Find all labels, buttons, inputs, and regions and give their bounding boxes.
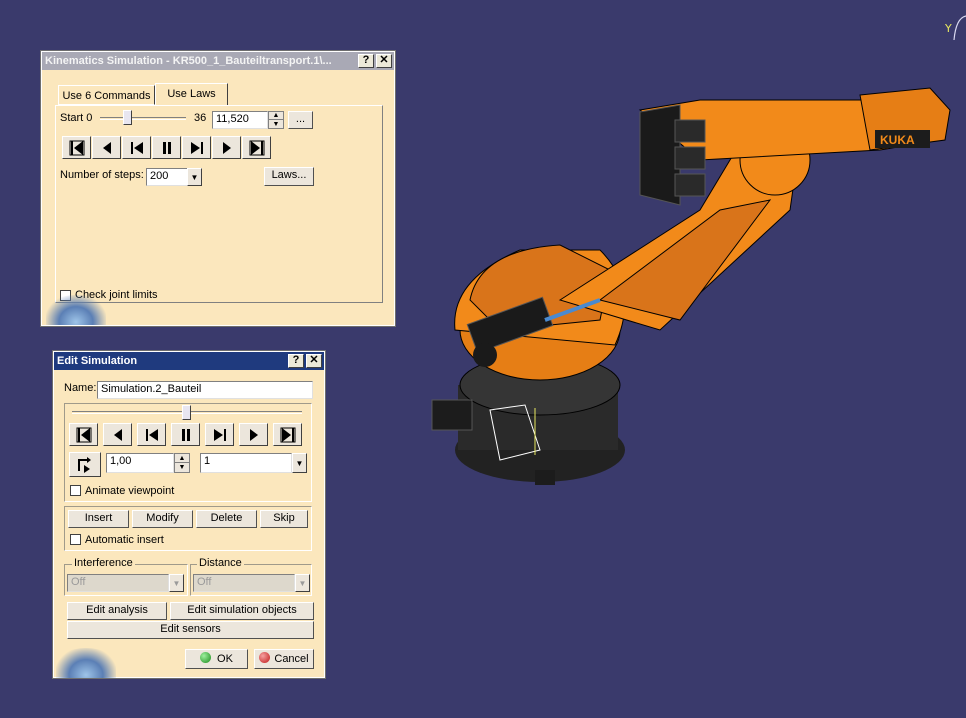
tab-use-6-commands[interactable]: Use 6 Commands: [58, 85, 155, 105]
cancel-button[interactable]: Cancel: [254, 649, 314, 669]
cancel-red-icon: [259, 652, 271, 663]
jump-end-icon: [280, 427, 295, 442]
step-backward-icon: [130, 141, 143, 154]
distance-select[interactable]: Off: [193, 574, 295, 592]
time-slider-thumb[interactable]: [123, 110, 132, 125]
spin-up-icon[interactable]: ▲: [175, 454, 189, 463]
edit-simulation-dialog: Edit Simulation ? ✕ Name: Simulation.2_B…: [52, 350, 326, 679]
chevron-down-icon[interactable]: ▼: [292, 453, 307, 473]
jump-to-end-button[interactable]: [273, 423, 302, 446]
distance-label: Distance: [197, 557, 244, 569]
end-label: 36: [194, 112, 207, 124]
ok-button[interactable]: OK: [185, 649, 248, 669]
ok-label: OK: [217, 653, 233, 665]
edit-sensors-button[interactable]: Edit sensors: [67, 621, 314, 639]
play-backward-icon: [113, 428, 122, 441]
close-button[interactable]: ✕: [376, 54, 392, 68]
step-value-input[interactable]: 1,00: [106, 453, 174, 473]
play-backward-icon: [102, 141, 111, 154]
loop-icon: [78, 456, 91, 473]
skip-button[interactable]: Skip: [260, 510, 308, 528]
tab-use-laws[interactable]: Use Laws: [155, 83, 228, 106]
time-value-input[interactable]: 11,520: [212, 111, 268, 129]
edit-analysis-button[interactable]: Edit analysis: [67, 602, 167, 620]
step-forward-button[interactable]: [182, 136, 211, 159]
help-button[interactable]: ?: [358, 54, 374, 68]
jump-end-icon: [249, 140, 264, 155]
play-forward-button[interactable]: [212, 136, 241, 159]
automatic-insert-label: Automatic insert: [85, 534, 164, 546]
steps-label: Number of steps:: [60, 169, 144, 181]
robot-brand-text: KUKA: [880, 133, 915, 147]
close-button[interactable]: ✕: [306, 354, 322, 368]
step-forward-button[interactable]: [205, 423, 234, 446]
chevron-down-icon[interactable]: ▼: [187, 168, 202, 186]
automatic-insert-checkbox[interactable]: [70, 534, 81, 545]
help-button[interactable]: ?: [288, 354, 304, 368]
simulation-slider-thumb[interactable]: [182, 405, 191, 420]
play-backward-button[interactable]: [92, 136, 121, 159]
insert-button[interactable]: Insert: [68, 510, 129, 528]
kinematics-title: Kinematics Simulation - KR500_1_Bauteilt…: [45, 55, 332, 67]
pause-button[interactable]: [152, 136, 181, 159]
ok-green-icon: [200, 652, 212, 663]
interpolation-select[interactable]: 1: [200, 453, 292, 473]
steps-select[interactable]: 200: [146, 168, 188, 186]
edit-simulation-objects-button[interactable]: Edit simulation objects: [170, 602, 314, 620]
jump-to-start-button[interactable]: [62, 136, 91, 159]
name-input[interactable]: Simulation.2_Bauteil: [97, 381, 313, 399]
tab-panel: [55, 105, 383, 303]
play-forward-button[interactable]: [239, 423, 268, 446]
chevron-down-icon[interactable]: ▼: [295, 574, 310, 592]
spin-down-icon[interactable]: ▼: [175, 463, 189, 472]
step-forward-icon: [190, 141, 203, 154]
catia-logo-icon: [56, 648, 116, 678]
animate-viewpoint-label: Animate viewpoint: [85, 485, 175, 497]
play-forward-icon: [249, 428, 258, 441]
name-label: Name:: [64, 382, 97, 394]
chevron-down-icon[interactable]: ▼: [169, 574, 184, 592]
edit-simulation-title-bar[interactable]: Edit Simulation ? ✕: [54, 352, 324, 370]
kinematics-simulation-dialog: Kinematics Simulation - KR500_1_Bauteilt…: [40, 50, 396, 327]
more-button[interactable]: ...: [288, 111, 313, 129]
cancel-label: Cancel: [274, 653, 309, 665]
step-backward-button[interactable]: [122, 136, 151, 159]
kinematics-title-bar[interactable]: Kinematics Simulation - KR500_1_Bauteilt…: [42, 52, 394, 70]
time-value-spinner[interactable]: ▲ ▼: [268, 111, 284, 129]
interference-label: Interference: [72, 557, 135, 569]
delete-button[interactable]: Delete: [196, 510, 257, 528]
jump-start-icon: [76, 427, 91, 442]
play-forward-icon: [222, 141, 231, 154]
time-slider-track[interactable]: [100, 117, 186, 120]
pause-icon: [162, 141, 171, 154]
jump-to-start-button[interactable]: [69, 423, 98, 446]
jump-start-icon: [69, 140, 84, 155]
spin-down-icon[interactable]: ▼: [269, 120, 283, 128]
laws-button[interactable]: Laws...: [264, 167, 314, 186]
interference-select[interactable]: Off: [67, 574, 169, 592]
spin-up-icon[interactable]: ▲: [269, 112, 283, 120]
pause-icon: [181, 428, 190, 441]
play-backward-button[interactable]: [103, 423, 132, 446]
step-backward-icon: [145, 428, 158, 441]
step-backward-button[interactable]: [137, 423, 166, 446]
jump-to-end-button[interactable]: [242, 136, 271, 159]
step-forward-icon: [213, 428, 226, 441]
pause-button[interactable]: [171, 423, 200, 446]
modify-button[interactable]: Modify: [132, 510, 193, 528]
loop-mode-button[interactable]: [69, 452, 101, 477]
start-label: Start 0: [60, 112, 93, 124]
catia-logo-icon: [46, 295, 106, 325]
animate-viewpoint-checkbox[interactable]: [70, 485, 81, 496]
step-value-spinner[interactable]: ▲ ▼: [174, 453, 190, 473]
edit-simulation-title: Edit Simulation: [57, 355, 138, 367]
